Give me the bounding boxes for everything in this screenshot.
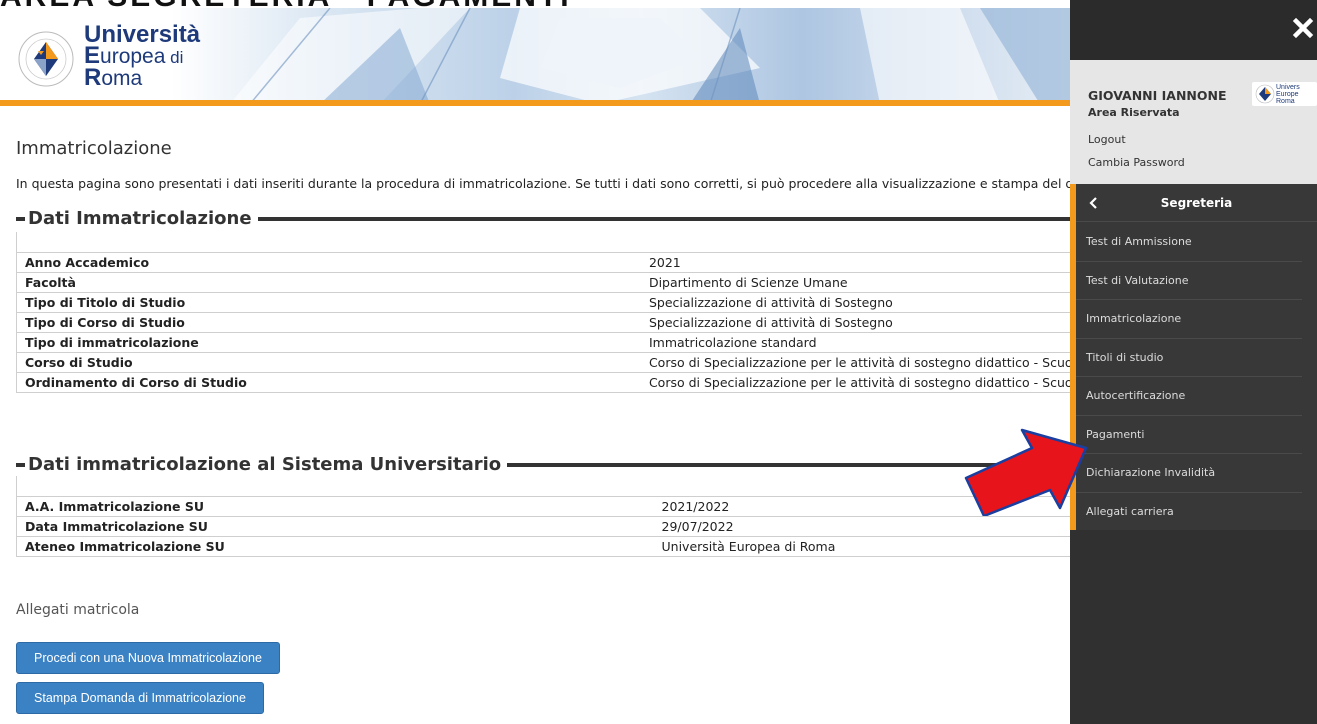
allegati-matricola-title: Allegati matricola — [16, 602, 140, 618]
user-university-logo: Univers Europe Roma — [1252, 82, 1317, 106]
table-row: Tipo di immatricolazione Immatricolazione… — [16, 331, 1070, 352]
table-row: Corso di Studio Corso di Specializzazione… — [16, 351, 1070, 372]
menu-header[interactable]: Segreteria — [1076, 184, 1317, 222]
menu-header-label: Segreteria — [1160, 196, 1233, 210]
section-title-dati-immatricolazione: Dati Immatricolazione — [16, 208, 1070, 229]
university-seal-icon — [18, 31, 74, 87]
menu-item-immatricolazione[interactable]: Immatricolazione — [1076, 300, 1302, 339]
main-content: Immatricolazione In questa pagina sono p… — [0, 106, 1070, 724]
menu-item-autocertificazione[interactable]: Autocertificazione — [1076, 377, 1302, 416]
sistema-universitario-table: A.A. Immatricolazione SU 2021/2022 Data I… — [16, 476, 1070, 557]
menu-item-titoli-studio[interactable]: Titoli di studio — [1076, 339, 1302, 377]
dati-immatricolazione-table: Anno Accademico 2021 Facoltà Dipartimento … — [16, 232, 1070, 393]
logout-link[interactable]: Logout — [1088, 133, 1126, 146]
side-panel-top — [1070, 0, 1317, 60]
section-title-sistema-universitario: Dati immatricolazione al Sistema Univers… — [16, 454, 1070, 475]
table-row: Anno Accademico 2021 — [16, 251, 1070, 272]
user-name: GIOVANNI IANNONE — [1088, 88, 1227, 103]
menu-item-dichiarazione-invalidita[interactable]: Dichiarazione Invalidità — [1076, 454, 1302, 493]
segreteria-menu: Segreteria Test di Ammissione Test di Va… — [1070, 184, 1317, 530]
table-row: Tipo di Corso di Studio Specializzazione … — [16, 311, 1070, 332]
side-panel: GIOVANNI IANNONE Univers Europe Roma Are… — [1070, 0, 1317, 724]
new-enrollment-button[interactable]: Procedi con una Nuova Immatricolazione — [16, 642, 280, 674]
menu-item-pagamenti[interactable]: Pagamenti — [1076, 416, 1302, 454]
intro-text: In questa pagina sono presentati i dati … — [16, 176, 1070, 191]
table-row: Data Immatricolazione SU 29/07/2022 — [16, 515, 1070, 536]
area-riservata-label: Area Riservata — [1088, 106, 1180, 119]
red-arrow-annotation-icon — [964, 428, 1088, 516]
user-box: GIOVANNI IANNONE Univers Europe Roma Are… — [1070, 60, 1317, 184]
table-row: A.A. Immatricolazione SU 2021/2022 — [16, 495, 1070, 516]
logo-diamond-icon — [1255, 84, 1275, 104]
menu-item-test-ammissione[interactable]: Test di Ammissione — [1076, 223, 1302, 262]
table-row: Ateneo Immatricolazione SU Università Eur… — [16, 535, 1070, 556]
table-row: Ordinamento di Corso di Studio Corso di S… — [16, 371, 1070, 392]
menu-item-test-valutazione[interactable]: Test di Valutazione — [1076, 262, 1302, 300]
table-row: Tipo di Titolo di Studio Specializzazione… — [16, 291, 1070, 312]
close-icon[interactable] — [1291, 16, 1315, 40]
page-title: Immatricolazione — [16, 138, 172, 159]
table-row: Facoltà Dipartimento di Scienze Umane — [16, 271, 1070, 292]
university-logo-text: Università Europea di Roma — [84, 21, 201, 91]
change-password-link[interactable]: Cambia Password — [1088, 156, 1185, 169]
site-header: Università Europea di Roma — [0, 8, 1070, 104]
print-enrollment-button[interactable]: Stampa Domanda di Immatricolazione — [16, 682, 264, 714]
menu-item-allegati-carriera[interactable]: Allegati carriera — [1076, 493, 1302, 532]
